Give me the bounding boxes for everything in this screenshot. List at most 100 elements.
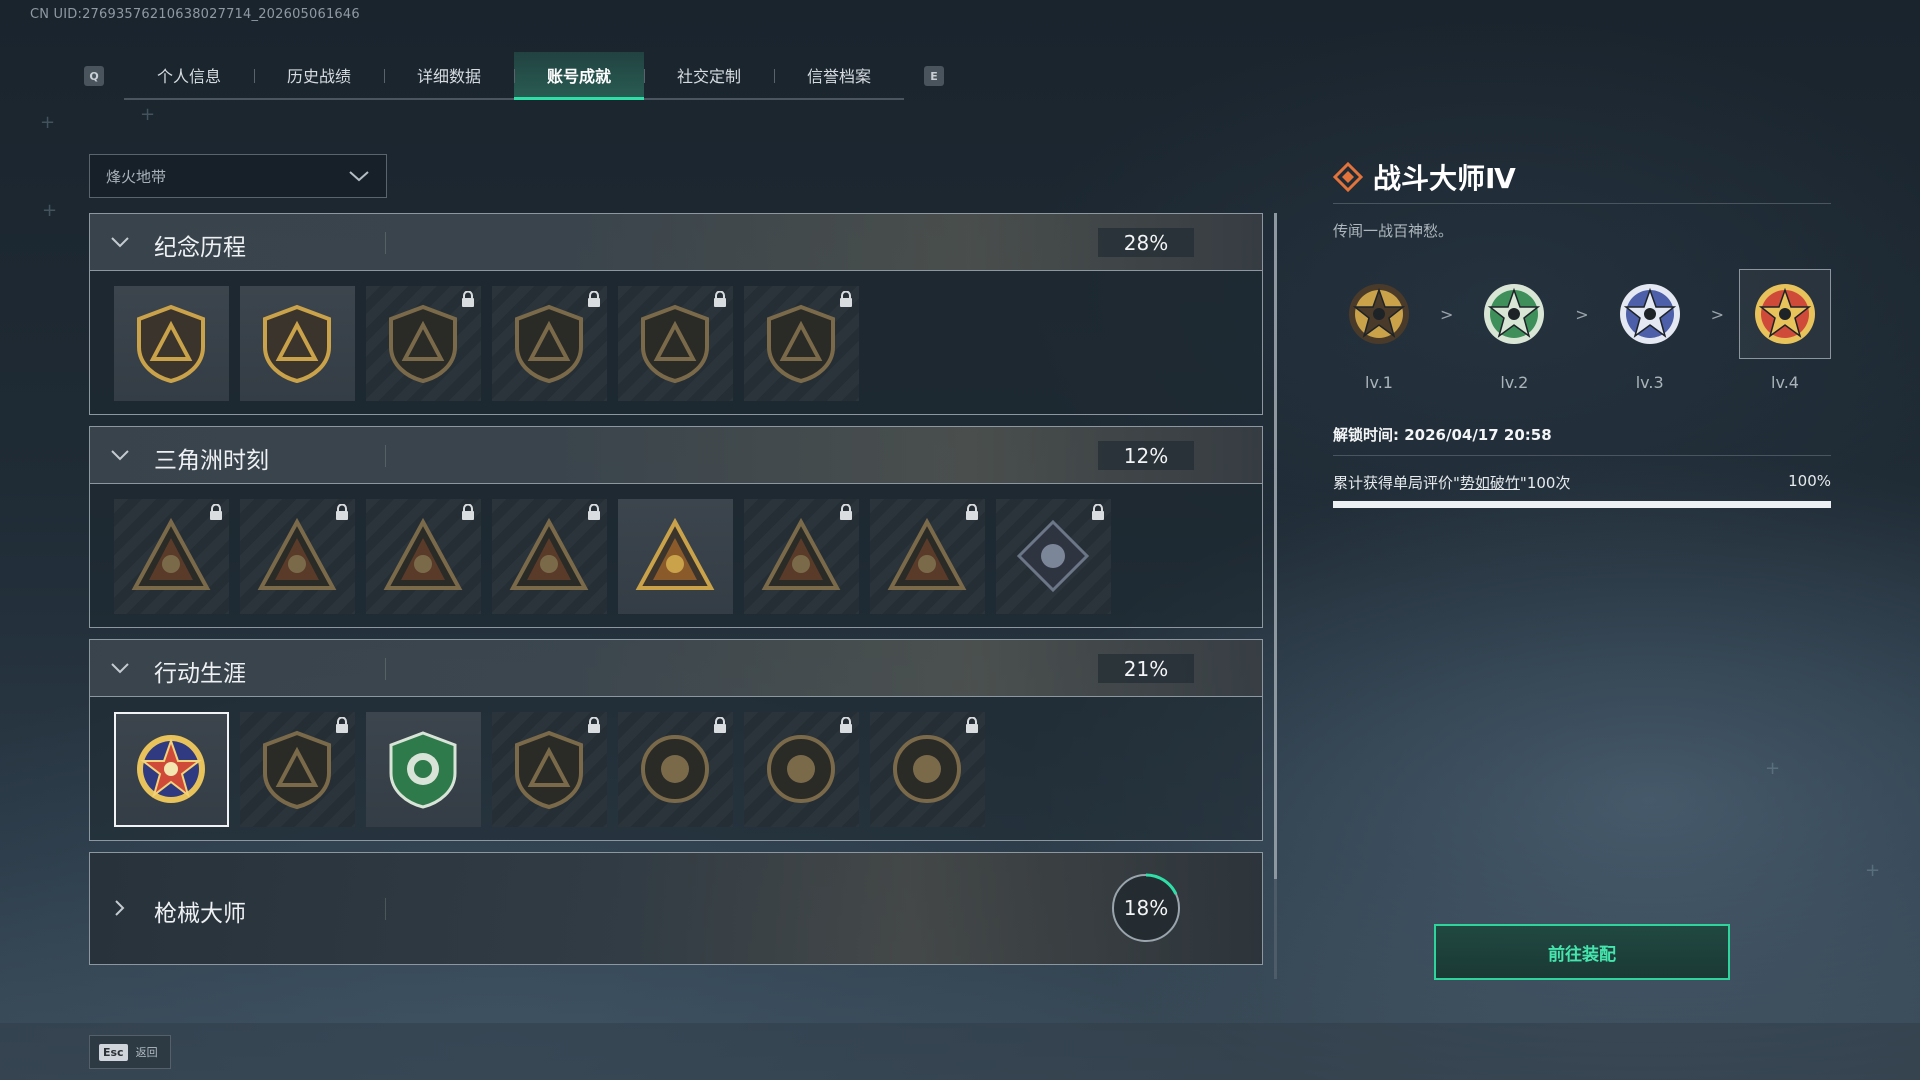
requirement-row: 累计获得单局评价"势如破竹"100次 100% (1333, 472, 1831, 493)
category-progress: 28% (1098, 228, 1194, 257)
star-medal-icon (1349, 284, 1409, 344)
equip-button[interactable]: 前往装配 (1434, 924, 1730, 980)
achievement-badge[interactable] (492, 499, 607, 614)
tab-1[interactable]: 个人信息 (124, 52, 254, 98)
level-medal[interactable] (1738, 269, 1831, 359)
category-title: 纪念历程 (154, 235, 246, 261)
eye-medal-icon (893, 735, 961, 803)
achievement-badge[interactable] (114, 499, 229, 614)
unlock-time: 解锁时间: 2026/04/17 20:58 (1333, 424, 1831, 456)
category-header[interactable]: 枪械大师 18% (90, 853, 1262, 964)
tab-6[interactable]: 信誉档案 (774, 52, 904, 98)
level-arrow: > (1575, 305, 1589, 324)
category-header[interactable]: 纪念历程 28% (90, 214, 1262, 271)
category-progress: 21% (1098, 654, 1194, 683)
tab-3[interactable]: 详细数据 (384, 52, 514, 98)
achievement-badge[interactable] (240, 712, 355, 827)
chevron-down-icon[interactable] (110, 447, 130, 463)
tab-4[interactable]: 账号成就 (514, 52, 644, 100)
hex-dark-shield-icon (515, 730, 583, 809)
level-label: lv.2 (1500, 373, 1529, 392)
achievement-badge[interactable] (618, 712, 733, 827)
achievement-badge[interactable] (240, 286, 355, 401)
scrollbar-thumb[interactable] (1274, 213, 1277, 879)
runner-triangle-icon (383, 517, 463, 590)
chevron-down-icon[interactable] (110, 234, 130, 250)
category-progress: 18% (1123, 896, 1169, 920)
requirement-link[interactable]: 势如破竹 (1460, 474, 1520, 492)
lock-icon (336, 504, 348, 520)
achievement-badge[interactable] (366, 499, 481, 614)
tab-5[interactable]: 社交定制 (644, 52, 774, 98)
achievement-badge[interactable] (996, 499, 1111, 614)
back-label: 返回 (135, 1046, 158, 1059)
mode-dropdown[interactable]: 烽火地带 (89, 154, 387, 198)
achievement-badge[interactable] (240, 499, 355, 614)
achievement-badge[interactable] (744, 499, 859, 614)
level-label: lv.4 (1771, 373, 1799, 392)
achievement-badge[interactable] (492, 286, 607, 401)
dice-triangle-icon (509, 517, 589, 590)
level-medal[interactable] (1468, 269, 1560, 359)
achievement-badge[interactable] (744, 286, 859, 401)
achievement-badge[interactable] (114, 712, 229, 827)
requirement-progress-fill (1333, 501, 1831, 508)
badge-row (90, 484, 1262, 627)
level-arrow: > (1439, 305, 1454, 324)
q-key-hint[interactable]: Q (84, 66, 104, 86)
star-medal-icon (1754, 284, 1815, 344)
category-divider (385, 232, 386, 254)
tab-2[interactable]: 历史战绩 (254, 52, 384, 98)
back-button[interactable]: Esc 返回 (89, 1035, 171, 1069)
lock-icon (840, 504, 852, 520)
triangle-shield-icon (137, 304, 205, 383)
category-divider (385, 658, 386, 680)
crosshair-decoration: + (40, 112, 56, 133)
achievement-badge[interactable] (366, 712, 481, 827)
armor-triangle-icon (257, 517, 337, 590)
achievement-badge[interactable] (744, 712, 859, 827)
esc-key-hint: Esc (99, 1043, 128, 1061)
level-3[interactable]: lv.3 (1604, 269, 1696, 392)
achievement-badge[interactable] (492, 712, 607, 827)
achievement-badge[interactable] (366, 286, 481, 401)
badge-row (90, 697, 1262, 840)
chevron-right-icon[interactable] (110, 900, 130, 916)
lock-icon (840, 717, 852, 733)
list-scrollbar[interactable] (1274, 213, 1277, 979)
category-divider (385, 898, 386, 920)
category-title: 枪械大师 (154, 901, 246, 927)
level-progression: lv.1 > lv.2 > lv.3 > lv.4 (1333, 269, 1831, 392)
achievement-badge[interactable] (870, 499, 985, 614)
category-header[interactable]: 行动生涯 21% (90, 640, 1262, 697)
crosshair-decoration: + (42, 200, 58, 221)
detail-title: 战斗大师Ⅳ (1373, 161, 1516, 195)
achievement-badge[interactable] (618, 286, 733, 401)
lock-icon (462, 291, 474, 307)
level-medal[interactable] (1333, 269, 1425, 359)
badge-row (90, 271, 1262, 414)
bottom-bar (0, 1023, 1920, 1080)
achievement-badge[interactable] (114, 286, 229, 401)
category-2: 三角洲时刻 12% (89, 426, 1263, 628)
detail-description: 传闻一战百神愁。 (1333, 222, 1454, 240)
chevron-down-icon (349, 171, 369, 182)
category-3: 行动生涯 21% (89, 639, 1263, 841)
e-key-hint[interactable]: E (924, 66, 944, 86)
requirement-progress-bar (1333, 501, 1831, 508)
level-4[interactable]: lv.4 (1738, 269, 1831, 392)
diamond-icon (1333, 161, 1363, 192)
mode-dropdown-value: 烽火地带 (106, 167, 167, 186)
category-title: 行动生涯 (154, 661, 246, 687)
category-divider (385, 445, 386, 467)
level-1[interactable]: lv.1 (1333, 269, 1425, 392)
chevron-down-icon[interactable] (110, 660, 130, 676)
skull-medal-icon (767, 735, 835, 803)
achievement-badge[interactable] (870, 712, 985, 827)
category-header[interactable]: 三角洲时刻 12% (90, 427, 1262, 484)
achievement-badge[interactable] (618, 499, 733, 614)
level-medal[interactable] (1604, 269, 1696, 359)
category-4: 枪械大师 18% (89, 852, 1263, 965)
level-2[interactable]: lv.2 (1468, 269, 1560, 392)
helicopter-shield-icon (263, 304, 331, 383)
